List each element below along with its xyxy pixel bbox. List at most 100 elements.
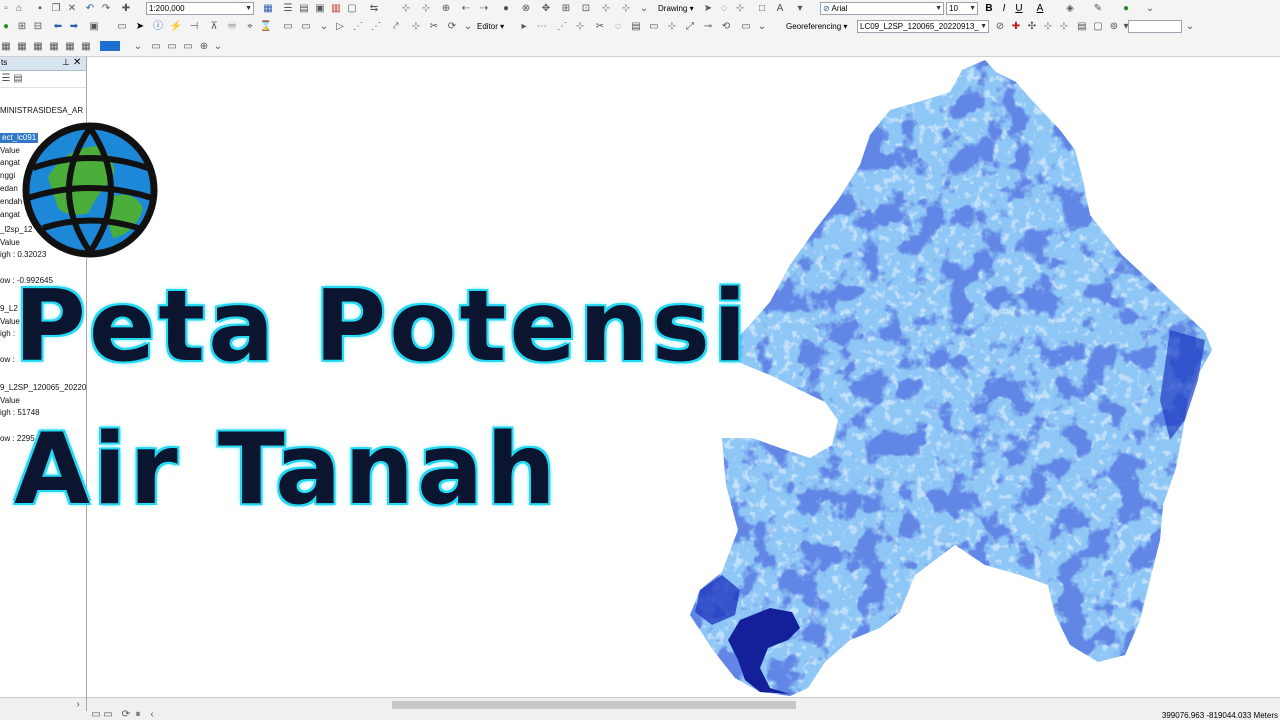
- zoom-whole-page-icon[interactable]: ⊹: [734, 3, 746, 15]
- construct-icon[interactable]: ⊸: [702, 21, 714, 33]
- measure-icon[interactable]: ⊹: [600, 3, 612, 15]
- marker-color-icon[interactable]: ●: [1120, 3, 1132, 15]
- pan-tool-icon[interactable]: ✥: [540, 3, 552, 15]
- draw-tool-4-icon[interactable]: ▦: [48, 41, 60, 53]
- draw-tool-3-icon[interactable]: ▦: [32, 41, 44, 53]
- go-back-icon[interactable]: ⇠: [460, 3, 472, 15]
- editor-menu[interactable]: Editor ▾: [477, 21, 504, 33]
- topology-icon[interactable]: ◌: [612, 21, 624, 33]
- cut-icon[interactable]: ✂: [594, 21, 606, 33]
- font-color-button[interactable]: A: [1034, 3, 1046, 15]
- close-icon[interactable]: ✕: [73, 57, 81, 68]
- underline-button[interactable]: U: [1013, 3, 1025, 15]
- arc-icon[interactable]: ⋰: [370, 21, 382, 33]
- drawing-menu[interactable]: Drawing ▾: [658, 3, 694, 15]
- draw-tool-2-icon[interactable]: ▦: [16, 41, 28, 53]
- rotate-georef-icon[interactable]: ⊘: [994, 21, 1006, 33]
- trace-icon[interactable]: ⤤: [390, 21, 402, 33]
- identify-icon[interactable]: ●: [0, 21, 12, 33]
- end-point-icon[interactable]: ⋰: [556, 21, 568, 33]
- save-icon[interactable]: ▪: [34, 3, 46, 15]
- model-builder-icon[interactable]: ⇆: [368, 3, 380, 15]
- redo-icon[interactable]: ↷: [100, 3, 112, 15]
- data-view-icon[interactable]: ▭: [90, 709, 102, 721]
- pin-icon[interactable]: ⊥: [62, 57, 70, 68]
- edit-overflow-icon[interactable]: ⌄: [462, 21, 474, 33]
- viewer-icon[interactable]: ▢: [1092, 21, 1104, 33]
- edit-tool-icon[interactable]: ▸: [518, 21, 530, 33]
- create-viewer-icon[interactable]: ▭: [300, 21, 312, 33]
- scrollbar-thumb[interactable]: [392, 701, 796, 709]
- cut-polygon-icon[interactable]: ⊹: [410, 21, 422, 33]
- html-popup-icon[interactable]: ⚡: [170, 21, 182, 33]
- bold-button[interactable]: B: [983, 3, 995, 15]
- undo-icon[interactable]: ↶: [84, 3, 96, 15]
- reshape-icon[interactable]: ⊹: [574, 21, 586, 33]
- swatch-dropdown-icon[interactable]: ⌄: [132, 41, 144, 53]
- add-data-icon[interactable]: ✚: [120, 3, 132, 15]
- magnifier-icon[interactable]: ⊚: [1108, 21, 1120, 33]
- font-combo[interactable]: ⊘ Arial ▼: [820, 2, 944, 15]
- rotate-tool-icon[interactable]: ⟲: [720, 21, 732, 33]
- pause-icon[interactable]: ⏸: [132, 709, 144, 721]
- open-icon[interactable]: ⌂: [13, 3, 25, 15]
- draw-tool-1-icon[interactable]: ▦: [0, 41, 12, 53]
- fill-color-icon[interactable]: ◈: [1064, 3, 1076, 15]
- list-by-source-icon[interactable]: ▤: [12, 73, 24, 85]
- zoom-in-icon[interactable]: ⊞: [16, 21, 28, 33]
- toc-row[interactable]: 9_L2SP_120065_20220: [0, 383, 86, 393]
- binoculars-icon[interactable]: ♾: [226, 21, 238, 33]
- scale-georef-icon[interactable]: ⊹: [1042, 21, 1054, 33]
- python-icon[interactable]: ▢: [346, 3, 358, 15]
- font-size-combo[interactable]: 10 ▼: [946, 2, 978, 15]
- italic-button[interactable]: I: [998, 3, 1010, 15]
- zoom-in-fixed-icon[interactable]: ⊹: [400, 3, 412, 15]
- globe-tool-icon[interactable]: ●: [500, 3, 512, 15]
- view-link-table-icon[interactable]: ▤: [1076, 21, 1088, 33]
- full-extent-icon[interactable]: ⊕: [440, 3, 452, 15]
- scroll-right-icon[interactable]: ›: [72, 699, 84, 711]
- text-style-icon[interactable]: ▾: [794, 3, 806, 15]
- search-window-icon[interactable]: ▣: [314, 3, 326, 15]
- draw-overflow-icon[interactable]: ⌄: [212, 41, 224, 53]
- shift-icon[interactable]: ✣: [1026, 21, 1038, 33]
- zoom-out-fixed-icon[interactable]: ⊹: [420, 3, 432, 15]
- scale-combo[interactable]: 1:200,000 ▼: [146, 2, 254, 15]
- editor-overflow-icon[interactable]: ⌄: [756, 21, 768, 33]
- layout-tool-icon[interactable]: ▭: [282, 21, 294, 33]
- select-tool-icon[interactable]: ⊡: [580, 3, 592, 15]
- sketch-properties-icon[interactable]: ▭: [648, 21, 660, 33]
- arctoolbox-icon[interactable]: ▥: [330, 3, 342, 15]
- layout-zoom-icon[interactable]: ⊕: [198, 41, 210, 53]
- editor-toolbar-icon[interactable]: ▦: [262, 3, 274, 15]
- toolbar2-overflow-icon[interactable]: ⌄: [318, 21, 330, 33]
- split-icon[interactable]: ✂: [428, 21, 440, 33]
- create-features-icon[interactable]: ⊹: [666, 21, 678, 33]
- swatch-icon[interactable]: [100, 41, 120, 51]
- toc-row[interactable]: MINISTRASIDESA_AR: [0, 106, 83, 116]
- time-slider-icon[interactable]: ⌛: [260, 21, 272, 33]
- select-elements-arrow-icon[interactable]: ➤: [134, 21, 146, 33]
- new-map-icon[interactable]: ▫: [0, 3, 12, 15]
- sketch-icon[interactable]: ⋰: [352, 21, 364, 33]
- scroll-left-icon[interactable]: ‹: [146, 709, 158, 721]
- link-table-icon[interactable]: ⊹: [1058, 21, 1070, 33]
- go-forward-icon[interactable]: ⇢: [478, 3, 490, 15]
- select-features-icon[interactable]: ▣: [88, 21, 100, 33]
- add-control-points-icon[interactable]: ✚: [1010, 21, 1022, 33]
- list-by-drawing-order-icon[interactable]: ☰: [0, 73, 12, 85]
- select-elements-icon[interactable]: ➤: [702, 3, 714, 15]
- line-color-icon[interactable]: ✎: [1092, 3, 1104, 15]
- back-extent-icon[interactable]: ⬅: [52, 21, 64, 33]
- georef-overflow-icon[interactable]: ⌄: [1184, 21, 1196, 33]
- rotate-feature-icon[interactable]: ⟳: [446, 21, 458, 33]
- straight-segment-icon[interactable]: ⋯: [536, 21, 548, 33]
- text-tool-icon[interactable]: A: [774, 3, 786, 15]
- find-icon[interactable]: ⊹: [620, 3, 632, 15]
- table-of-contents-icon[interactable]: ☰: [282, 3, 294, 15]
- edit-annotation-icon[interactable]: ▭: [740, 21, 752, 33]
- measure-tool-icon[interactable]: ⤢: [684, 21, 696, 33]
- layout-page2-icon[interactable]: ▭: [166, 41, 178, 53]
- georeferencing-menu[interactable]: Georeferencing ▾: [786, 21, 847, 33]
- rectangle-icon[interactable]: □: [756, 3, 768, 15]
